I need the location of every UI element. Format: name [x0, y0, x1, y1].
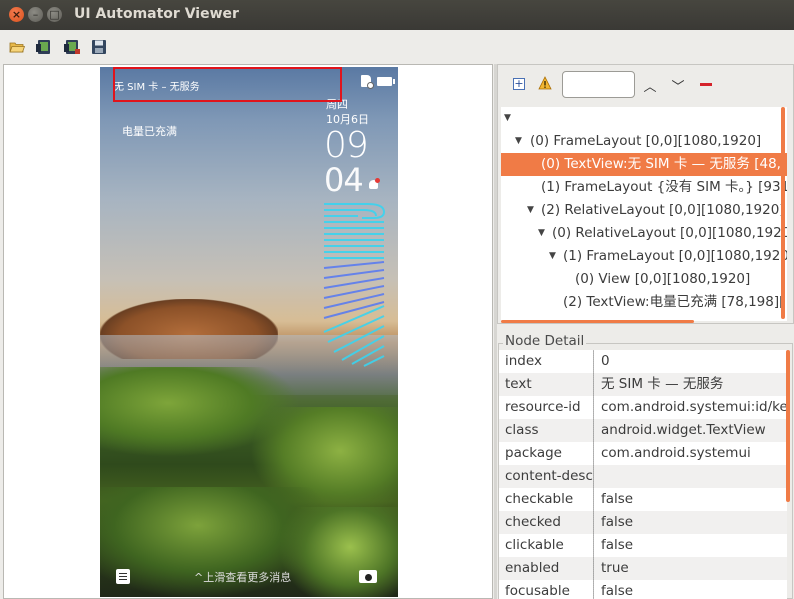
tree-root-row[interactable]: ▼	[501, 107, 787, 130]
save-button[interactable]	[89, 37, 109, 57]
detail-key: package	[505, 445, 562, 461]
detail-key: text	[505, 376, 532, 392]
expand-all-icon[interactable]: +	[513, 78, 525, 90]
collapse-triangle-icon[interactable]: ▼	[538, 222, 545, 245]
hierarchy-panel: + ︿ ﹀ ▼ ▼ (0) FrameLayout [0,0][1080,192…	[497, 64, 794, 324]
detail-value: 0	[601, 353, 610, 369]
detail-key: checked	[505, 514, 561, 530]
device-screenshot-compressed-icon	[64, 40, 80, 54]
lockscreen-hour: 09	[324, 125, 369, 166]
detail-value: com.android.systemui	[601, 445, 751, 461]
save-icon	[92, 40, 106, 54]
node-detail-panel: Node Detail index 0 text 无 SIM 卡 — 无服务 r…	[497, 330, 794, 599]
charging-status-text: 电量已充满	[122, 125, 177, 138]
sim-error-badge-icon	[367, 82, 374, 89]
detail-key: enabled	[505, 560, 560, 576]
tree-node-label: (0) RelativeLayout [0,0][1080,1920	[552, 225, 787, 241]
detail-key: index	[505, 353, 542, 369]
tree-node-label: (0) FrameLayout [0,0][1080,1920]	[530, 133, 762, 149]
detail-row[interactable]: resource-id com.android.systemui:id/ke	[499, 396, 787, 419]
detail-value: true	[601, 560, 629, 576]
detail-key: focusable	[505, 583, 570, 599]
close-window-button[interactable]: ×	[9, 7, 24, 22]
warning-icon[interactable]	[538, 76, 552, 90]
minimize-window-button[interactable]: –	[28, 7, 43, 22]
tree-row[interactable]: ▼ (2) RelativeLayout [0,0][1080,1920]	[501, 199, 787, 222]
battery-icon	[377, 77, 395, 86]
lockscreen-minute: 04	[324, 161, 364, 199]
detail-row[interactable]: enabled true	[499, 557, 787, 580]
detail-vertical-scrollbar[interactable]	[786, 350, 790, 502]
swipe-up-hint: ^上滑查看更多消息	[194, 571, 292, 584]
detail-value: false	[601, 537, 634, 553]
detail-value: false	[601, 491, 634, 507]
maximize-window-button[interactable]: □	[47, 7, 62, 22]
tree-row[interactable]: (1) FrameLayout {没有 SIM 卡。} [931	[501, 176, 787, 199]
detail-key: clickable	[505, 537, 564, 553]
node-detail-table[interactable]: index 0 text 无 SIM 卡 — 无服务 resource-id c…	[499, 350, 787, 599]
notes-icon	[116, 569, 130, 584]
detail-row[interactable]: checkable false	[499, 488, 787, 511]
wallpaper-moss	[280, 507, 398, 597]
tree-node-label: (0) View [0,0][1080,1920]	[575, 271, 751, 287]
selected-node-highlight-box	[113, 67, 342, 102]
tree-node-label: (1) FrameLayout [0,0][1080,1920]	[563, 248, 787, 264]
detail-row[interactable]: text 无 SIM 卡 — 无服务	[499, 373, 787, 396]
detail-key: class	[505, 422, 539, 438]
tree-row[interactable]: (0) View [0,0][1080,1920]	[501, 268, 787, 291]
detail-row[interactable]: class android.widget.TextView	[499, 419, 787, 442]
title-bar: × – □ UI Automator Viewer	[0, 0, 794, 30]
tree-row[interactable]: ▼ (0) RelativeLayout [0,0][1080,1920	[501, 222, 787, 245]
node-detail-legend: Node Detail	[503, 333, 587, 349]
detail-value: 无 SIM 卡 — 无服务	[601, 376, 724, 392]
node-search-input[interactable]	[562, 71, 635, 98]
screenshot-panel: 无 SIM 卡 – 无服务 周四 10月6日 09 04 电量已充满 ^上滑查看…	[3, 64, 493, 599]
main-toolbar	[0, 30, 794, 63]
detail-value: false	[601, 514, 634, 530]
detail-row[interactable]: checked false	[499, 511, 787, 534]
tree-row[interactable]: ▼ (0) FrameLayout [0,0][1080,1920]	[501, 130, 787, 153]
detail-key: resource-id	[505, 399, 581, 415]
detail-value: com.android.systemui:id/ke	[601, 399, 787, 415]
tree-horizontal-scrollbar[interactable]	[501, 320, 694, 323]
detail-key: checkable	[505, 491, 574, 507]
ui-automator-window: × – □ UI Automator Viewer 无 SIM 卡 – 无服务 …	[0, 0, 794, 599]
device-screenshot[interactable]: 无 SIM 卡 – 无服务 周四 10月6日 09 04 电量已充满 ^上滑查看…	[100, 67, 398, 597]
camera-icon	[359, 570, 377, 583]
detail-row[interactable]: clickable false	[499, 534, 787, 557]
tree-row-selected[interactable]: (0) TextView:无 SIM 卡 — 无服务 [48,	[501, 153, 787, 176]
hierarchy-toolbar: + ︿ ﹀	[498, 65, 794, 105]
clear-search-icon[interactable]	[700, 83, 712, 86]
detail-row[interactable]: focusable false	[499, 580, 787, 599]
tree-node-label: (2) TextView:电量已充满 [78,198][	[563, 294, 785, 310]
clock-decoration-art	[323, 203, 386, 367]
window-title: UI Automator Viewer	[74, 6, 239, 22]
detail-row[interactable]: index 0	[499, 350, 787, 373]
detail-row[interactable]: content-desc	[499, 465, 787, 488]
open-folder-button[interactable]	[7, 37, 27, 57]
detail-row[interactable]: package com.android.systemui	[499, 442, 787, 465]
collapse-triangle-icon[interactable]: ▼	[504, 107, 511, 130]
next-match-icon[interactable]: ﹀	[670, 76, 686, 95]
collapse-triangle-icon[interactable]: ▼	[515, 130, 522, 153]
detail-key: content-desc	[505, 468, 593, 484]
device-screenshot-icon	[36, 40, 50, 54]
tree-node-label: (2) RelativeLayout [0,0][1080,1920]	[541, 202, 785, 218]
open-folder-icon	[9, 42, 25, 53]
hierarchy-tree[interactable]: ▼ ▼ (0) FrameLayout [0,0][1080,1920] (0)…	[501, 107, 787, 321]
tree-node-label: (0) TextView:无 SIM 卡 — 无服务 [48,	[541, 156, 781, 172]
previous-match-icon[interactable]: ︿	[642, 76, 658, 95]
alarm-indicator-dot	[375, 178, 380, 183]
device-screenshot-button[interactable]	[34, 37, 54, 57]
tree-node-label: (1) FrameLayout {没有 SIM 卡。} [931	[541, 179, 787, 195]
tree-row[interactable]: (2) TextView:电量已充满 [78,198][	[501, 291, 787, 314]
detail-value: android.widget.TextView	[601, 422, 766, 438]
collapse-triangle-icon[interactable]: ▼	[549, 245, 556, 268]
tree-row[interactable]: ▼ (1) FrameLayout [0,0][1080,1920]	[501, 245, 787, 268]
collapse-triangle-icon[interactable]: ▼	[527, 199, 534, 222]
tree-vertical-scrollbar[interactable]	[781, 107, 785, 319]
device-screenshot-compressed-button[interactable]	[62, 37, 82, 57]
detail-value: false	[601, 583, 634, 599]
column-separator	[593, 350, 594, 599]
